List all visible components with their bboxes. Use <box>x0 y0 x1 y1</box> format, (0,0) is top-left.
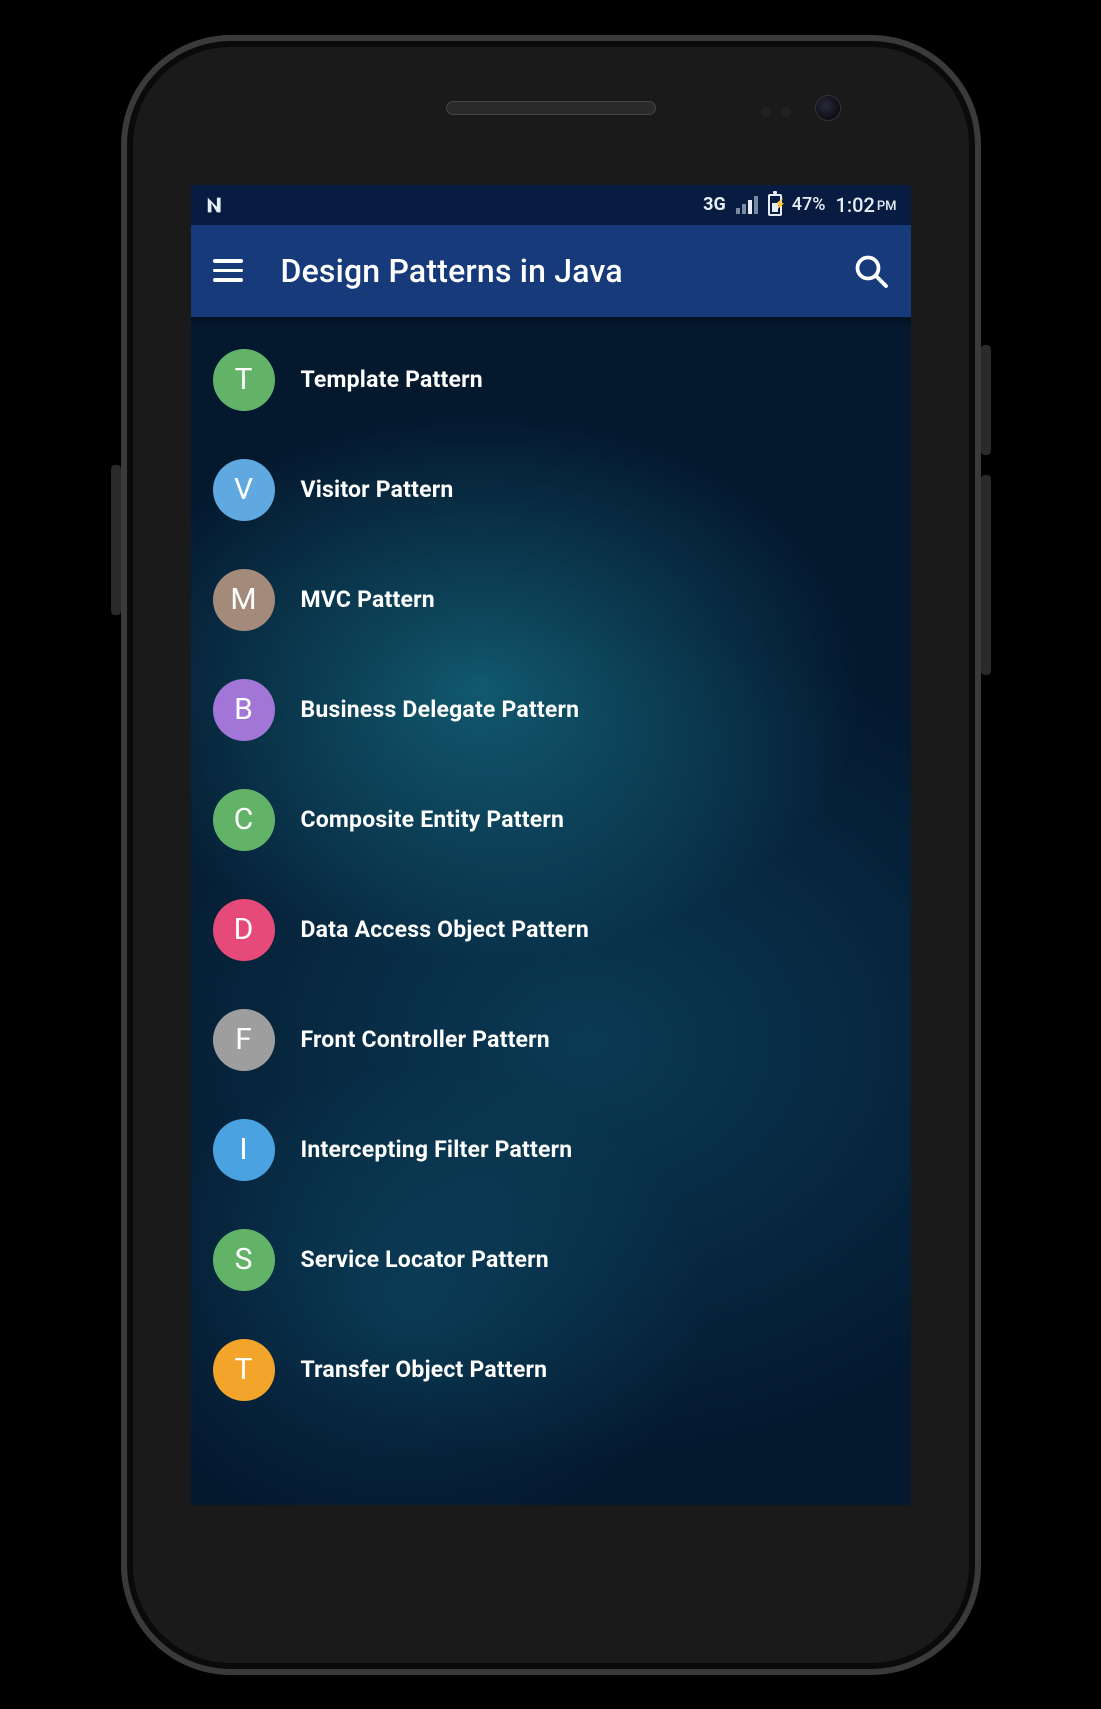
list-item[interactable]: B Business Delegate Pattern <box>191 655 911 765</box>
battery-icon: ⚡ <box>768 194 782 216</box>
list-item-label: Transfer Object Pattern <box>301 1356 548 1383</box>
page-title: Design Patterns in Java <box>281 252 623 290</box>
avatar: S <box>213 1229 275 1291</box>
list-item-label: Intercepting Filter Pattern <box>301 1136 573 1163</box>
list-item[interactable]: D Data Access Object Pattern <box>191 875 911 985</box>
status-bar: 3G ⚡ 47% 1:02PM <box>191 185 911 225</box>
network-label: 3G <box>703 194 726 215</box>
avatar: B <box>213 679 275 741</box>
list-item-label: Visitor Pattern <box>301 476 454 503</box>
phone-power-button <box>981 345 991 455</box>
list-item-label: Service Locator Pattern <box>301 1246 549 1273</box>
list-item-label: Composite Entity Pattern <box>301 806 565 833</box>
phone-sensor <box>761 107 771 117</box>
phone-sensor <box>781 107 791 117</box>
avatar: M <box>213 569 275 631</box>
notification-icon <box>205 194 227 216</box>
phone-frame: 3G ⚡ 47% 1:02PM Design Patterns in Java <box>121 35 981 1675</box>
list-item[interactable]: T Template Pattern <box>191 325 911 435</box>
list-item[interactable]: T Transfer Object Pattern <box>191 1315 911 1425</box>
list-item[interactable]: S Service Locator Pattern <box>191 1205 911 1315</box>
avatar: C <box>213 789 275 851</box>
phone-earpiece <box>446 101 656 115</box>
clock: 1:02PM <box>835 193 896 217</box>
avatar: V <box>213 459 275 521</box>
pattern-list[interactable]: T Template Pattern V Visitor Pattern M MVC Pa… <box>191 317 911 1445</box>
list-item-label: Data Access Object Pattern <box>301 916 589 943</box>
list-item-label: Template Pattern <box>301 366 483 393</box>
signal-icon <box>736 196 758 214</box>
avatar: F <box>213 1009 275 1071</box>
list-item-label: Business Delegate Pattern <box>301 696 580 723</box>
phone-front-camera <box>815 95 841 121</box>
avatar: I <box>213 1119 275 1181</box>
list-item[interactable]: M MVC Pattern <box>191 545 911 655</box>
list-item[interactable]: I Intercepting Filter Pattern <box>191 1095 911 1205</box>
list-item[interactable]: C Composite Entity Pattern <box>191 765 911 875</box>
avatar: T <box>213 1339 275 1401</box>
avatar: D <box>213 899 275 961</box>
phone-volume-button <box>981 475 991 675</box>
app-bar: Design Patterns in Java <box>191 225 911 317</box>
list-item-label: MVC Pattern <box>301 586 435 613</box>
menu-icon[interactable] <box>213 254 247 288</box>
list-item[interactable]: F Front Controller Pattern <box>191 985 911 1095</box>
screen: 3G ⚡ 47% 1:02PM Design Patterns in Java <box>191 185 911 1505</box>
battery-percent: 47% <box>792 194 826 215</box>
avatar: T <box>213 349 275 411</box>
list-item[interactable]: V Visitor Pattern <box>191 435 911 545</box>
search-icon[interactable] <box>853 253 889 289</box>
list-item-label: Front Controller Pattern <box>301 1026 550 1053</box>
phone-side-button <box>111 465 121 615</box>
